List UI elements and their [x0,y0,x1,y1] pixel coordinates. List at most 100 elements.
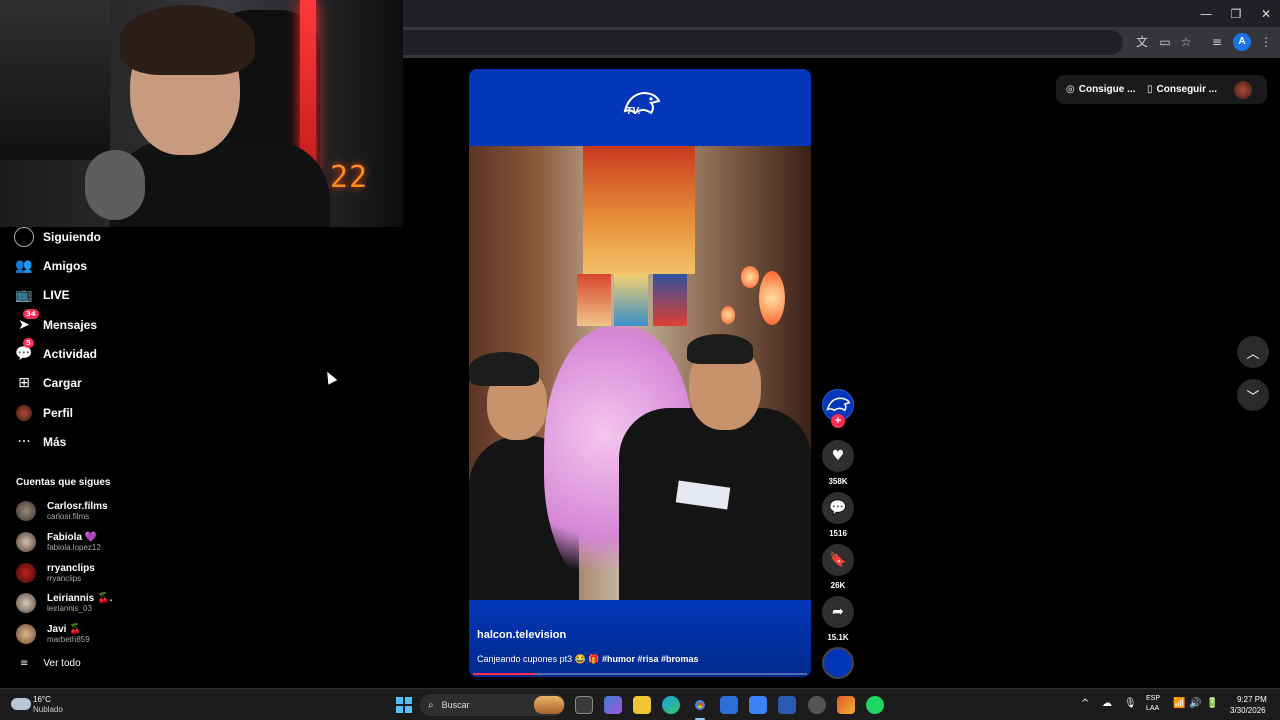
keyboard-layout[interactable]: LAA [1146,705,1159,712]
account-handle: marbeth859 [47,635,90,644]
widgets-icon[interactable] [604,696,622,714]
caption-hashtags[interactable]: #humor #risa #bromas [602,654,699,664]
volume-icon[interactable]: 🔊 [1189,698,1201,709]
restore-icon[interactable]: ❐ [1228,6,1244,22]
account-item[interactable]: Carlosr.films carlosr.films [16,499,108,523]
see-all-link[interactable]: ≡ Ver todo [20,658,81,669]
account-handle: rryanclips [47,574,82,583]
like-count: 358K [828,477,848,486]
nav-activity-label: Actividad [43,347,98,361]
weather-desc[interactable]: Nublado [33,705,63,714]
weather-temp[interactable]: 16°C [33,695,51,704]
next-video-button[interactable]: ﹀ [1237,379,1269,411]
nav-profile[interactable]: Perfil [14,402,73,424]
video-author[interactable]: halcon.television [477,629,566,641]
browser-toolbar: 文 ▭ ☆ ≡ A ⋮ [403,27,1280,58]
comment-button[interactable]: 💬 [822,492,854,524]
task-view-icon[interactable] [575,696,593,714]
nav-friends-label: Amigos [43,259,88,273]
clock-date[interactable]: 3/30/2026 [1230,706,1266,715]
battery-icon[interactable]: 🔋 [1206,698,1218,709]
chrome-icon[interactable] [691,696,709,714]
browser-titlebar: — ❐ ✕ [403,0,1280,27]
cast-icon[interactable]: ▭ [1157,34,1173,50]
notepad-icon[interactable] [749,696,767,714]
bookmark-star-icon[interactable]: ☆ [1178,34,1194,50]
messages-badge: 34 [23,309,39,319]
windows-start-icon[interactable] [396,697,412,713]
avatar [16,624,36,644]
address-bar[interactable] [403,30,1123,55]
previous-video-button[interactable]: ︿ [1237,336,1269,368]
wifi-icon[interactable]: 📶 [1173,698,1185,709]
minimize-icon[interactable]: — [1198,6,1214,22]
avatar [16,563,36,583]
user-avatar[interactable] [1234,81,1252,99]
digital-counter: 22 [330,160,369,195]
edge-icon[interactable] [662,696,680,714]
account-handle: leiriannis_03 [47,604,92,613]
upload-icon: ⊞ [18,375,30,391]
share-count: 15.1K [827,633,849,642]
browser-profile-avatar[interactable]: A [1233,33,1251,51]
language-indicator[interactable]: ESP [1146,695,1160,702]
spotify-icon[interactable] [866,696,884,714]
nav-activity[interactable]: 💬 5 Actividad [14,338,98,365]
follow-plus-icon[interactable]: + [831,414,845,428]
nav-more[interactable]: ··· Más [14,431,66,453]
mail-icon[interactable] [778,696,796,714]
translate-icon[interactable]: 文 [1134,34,1150,50]
tray-chevron-icon[interactable]: ^ [1081,698,1089,709]
account-item[interactable]: rryanclips rryanclips [16,561,95,585]
nav-upload-label: Cargar [43,376,82,390]
nav-following[interactable]: Siguiendo [14,226,101,248]
chevron-up-icon: ︿ [1246,346,1260,362]
get-coins-label: Consigue ... [1078,84,1136,95]
save-button[interactable]: 🔖 [822,544,854,576]
poster [614,274,648,326]
account-item[interactable]: Fabiola 💜 fabiola.lopez12 [16,530,101,554]
live-icon: 📺 [15,287,33,303]
friends-icon: 👥 [15,258,33,274]
nav-friends[interactable]: 👥 Amigos [14,255,87,277]
poster [653,274,687,326]
music-disc-icon[interactable] [822,647,854,679]
close-icon[interactable]: ✕ [1258,6,1274,22]
video-player[interactable]: TV. halcon.television Canjeando cupones … [469,69,811,677]
avatar [16,501,36,521]
comment-count: 1516 [829,529,847,538]
nav-live[interactable]: 📺 LIVE [14,284,69,306]
microphone-icon[interactable]: 🎙 [1124,698,1137,709]
list-icon: ≡ [20,658,29,669]
search-icon: ⌕ [428,699,434,711]
activity-badge: 5 [23,338,34,348]
get-app-button[interactable]: ▯ Conseguir ... [1147,84,1217,95]
share-button[interactable]: ➦ [822,596,854,628]
get-coins-button[interactable]: ◎ Consigue ... [1066,84,1135,95]
chevron-down-icon: ﹀ [1246,389,1260,405]
account-item[interactable]: Javi 🍒 marbeth859 [16,622,90,646]
background-shelf [0,0,110,160]
account-item[interactable]: Leiriannis 🍒. leiriannis_03 [16,591,112,615]
nav-upload[interactable]: ⊞ Cargar [14,372,82,394]
reading-list-icon[interactable]: ≡ [1209,34,1225,50]
cloud-icon[interactable] [11,698,31,710]
account-name: rryanclips [47,563,95,574]
account-name: Carlosr.films [47,501,108,512]
clock-time[interactable]: 9:27 PM [1237,695,1267,704]
hanging-banner [583,146,695,274]
nav-messages[interactable]: ➤ 34 Mensajes [14,309,97,336]
video-progress-fill [473,673,537,675]
account-name: Fabiola [47,532,83,543]
account-emoji: 🍒. [97,593,113,604]
store-icon[interactable] [720,696,738,714]
following-icon [14,227,34,247]
browser-menu-icon[interactable]: ⋮ [1258,34,1274,50]
brave-icon[interactable] [837,696,855,714]
onedrive-icon[interactable]: ☁ [1102,698,1112,709]
like-button[interactable]: ♥ [822,440,854,472]
account-emoji: 💜 [84,532,98,543]
obs-icon[interactable] [808,696,826,714]
video-progress-bar[interactable] [473,673,807,675]
file-explorer-icon[interactable] [633,696,651,714]
